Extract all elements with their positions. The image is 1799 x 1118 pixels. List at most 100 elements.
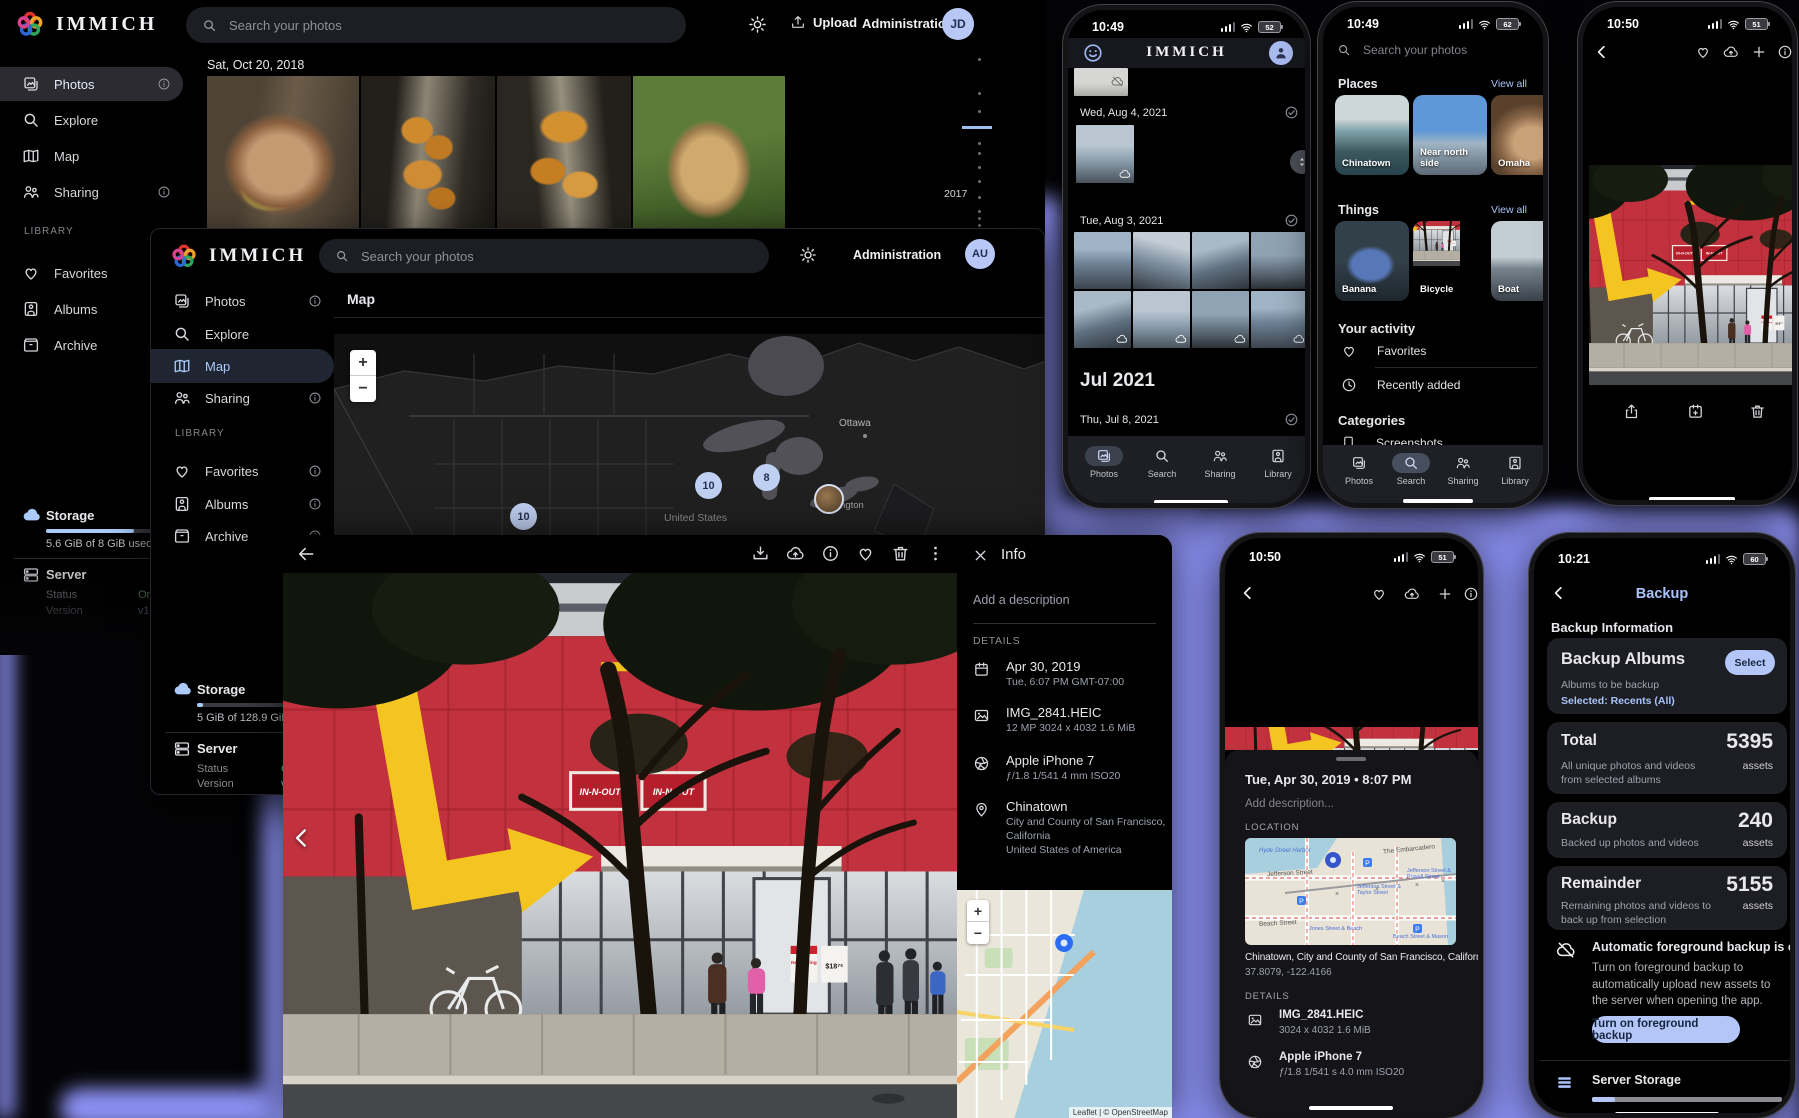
place-card-near-north-side[interactable]: Near north side: [1413, 95, 1487, 175]
favorite-icon[interactable]: [1371, 586, 1387, 602]
info-action-icon[interactable]: [821, 544, 840, 563]
info-icon[interactable]: [308, 497, 322, 511]
calendar-add-icon[interactable]: [1687, 403, 1704, 420]
location-map[interactable]: + − Leaflet | © OpenStreetMap: [957, 890, 1172, 1118]
photo-thumbnail[interactable]: [1133, 232, 1190, 289]
app-logo[interactable]: IMMICH: [14, 8, 157, 40]
photo-thumbnail[interactable]: [207, 76, 359, 246]
place-card-chinatown[interactable]: Chinatown: [1335, 95, 1409, 175]
map-cluster-marker[interactable]: 10: [695, 472, 722, 499]
archive-action-icon[interactable]: [751, 544, 770, 563]
map-cluster-marker[interactable]: 8: [753, 464, 780, 491]
recently-added-row[interactable]: Recently added: [1341, 377, 1460, 393]
favorites-row[interactable]: Favorites: [1341, 343, 1426, 359]
share-icon[interactable]: [1623, 403, 1640, 420]
tab-search[interactable]: Search: [1134, 446, 1190, 479]
administration-link[interactable]: Administration: [853, 248, 941, 262]
scrubber-handle[interactable]: [1290, 150, 1310, 174]
thing-card-banana[interactable]: Banana: [1335, 221, 1409, 301]
location-map[interactable]: Hyde Street Harbor The Embarcadero Jeffe…: [1245, 838, 1456, 945]
info-icon[interactable]: [308, 464, 322, 478]
back-icon[interactable]: [296, 544, 316, 564]
administration-link[interactable]: Administration: [862, 16, 954, 31]
tab-sharing[interactable]: Sharing: [1192, 446, 1248, 479]
info-icon[interactable]: [308, 391, 322, 405]
photo-thumbnail[interactable]: [1074, 291, 1131, 348]
info-icon[interactable]: [1463, 586, 1479, 602]
photo-strip[interactable]: [1225, 727, 1478, 750]
thing-card-bicycle[interactable]: Bicycle: [1413, 221, 1487, 301]
photo-thumbnail[interactable]: [1251, 232, 1308, 289]
select-group-icon[interactable]: [1284, 105, 1299, 120]
photo-thumbnail[interactable]: [1192, 232, 1249, 289]
add-icon[interactable]: [1751, 44, 1767, 60]
sidebar-item-map[interactable]: Map: [0, 139, 183, 173]
sidebar-item-explore[interactable]: Explore: [151, 317, 334, 351]
sidebar-item-favorites[interactable]: Favorites: [151, 454, 334, 488]
place-card-omaha[interactable]: Omaha: [1491, 95, 1548, 175]
photo-thumbnail[interactable]: [1074, 68, 1128, 96]
zoom-in-button[interactable]: +: [967, 900, 989, 922]
photo-thumbnail[interactable]: [633, 76, 785, 246]
photo-thumbnail[interactable]: [1192, 291, 1249, 348]
sheet-drag-handle[interactable]: [1336, 757, 1366, 761]
cloud-upload-icon[interactable]: [1723, 44, 1739, 60]
tab-library[interactable]: Library: [1250, 446, 1306, 479]
info-icon[interactable]: [157, 77, 171, 91]
back-icon[interactable]: [1239, 584, 1257, 602]
sidebar-item-photos[interactable]: Photos: [151, 284, 334, 318]
more-options-icon[interactable]: [926, 544, 945, 563]
info-icon[interactable]: [157, 185, 171, 199]
sidebar-item-sharing[interactable]: Sharing: [0, 175, 183, 209]
location-title[interactable]: Chinatown: [1006, 799, 1067, 814]
favorite-icon[interactable]: [1695, 44, 1711, 60]
description-input[interactable]: Add description...: [1245, 798, 1334, 810]
add-icon[interactable]: [1437, 586, 1453, 602]
cloud-upload-icon[interactable]: [1404, 586, 1420, 602]
photo-thumbnail[interactable]: [1251, 291, 1308, 348]
close-icon[interactable]: [972, 547, 989, 564]
tab-library[interactable]: Library: [1487, 453, 1543, 486]
select-albums-button[interactable]: Select: [1725, 650, 1775, 675]
description-input[interactable]: Add a description: [973, 593, 1070, 607]
tab-search[interactable]: Search: [1383, 453, 1439, 486]
sidebar-item-explore[interactable]: Explore: [0, 103, 183, 137]
info-icon[interactable]: [1777, 44, 1793, 60]
search-input[interactable]: Search your photos: [1337, 43, 1467, 57]
back-icon[interactable]: [1593, 43, 1611, 61]
user-avatar[interactable]: AU: [965, 239, 995, 269]
user-avatar[interactable]: JD: [942, 8, 974, 40]
tab-photos[interactable]: Photos: [1076, 446, 1132, 479]
favorite-action-icon[interactable]: [856, 544, 875, 563]
profile-avatar[interactable]: [1269, 41, 1293, 65]
things-view-all[interactable]: View all: [1491, 204, 1527, 216]
delete-action-icon[interactable]: [891, 544, 910, 563]
delete-icon[interactable]: [1749, 403, 1766, 420]
theme-toggle-icon[interactable]: [799, 246, 817, 264]
sidebar-item-photos[interactable]: Photos: [0, 67, 183, 101]
cloud-action-icon[interactable]: [786, 544, 805, 563]
scrubber-position[interactable]: [962, 126, 992, 129]
photo-thumbnail[interactable]: [1076, 125, 1134, 183]
tab-photos[interactable]: Photos: [1331, 453, 1387, 486]
upload-button[interactable]: Upload: [790, 14, 857, 30]
photo-viewer-image[interactable]: [1589, 165, 1796, 385]
select-group-icon[interactable]: [1284, 213, 1299, 228]
search-input[interactable]: Search your photos: [186, 7, 686, 43]
select-group-icon[interactable]: [1284, 412, 1299, 427]
sidebar-item-sharing[interactable]: Sharing: [151, 381, 334, 415]
zoom-out-button[interactable]: −: [967, 922, 989, 943]
zoom-in-button[interactable]: +: [350, 350, 376, 376]
photo-thumbnail[interactable]: [1074, 232, 1131, 289]
app-logo[interactable]: IMMICH: [169, 241, 306, 271]
sidebar-item-map[interactable]: Map: [151, 349, 334, 383]
zoom-out-button[interactable]: −: [350, 376, 376, 401]
turn-on-foreground-backup-button[interactable]: Turn on foreground backup: [1592, 1016, 1740, 1043]
thing-card-boat[interactable]: Boat: [1491, 221, 1548, 301]
map-photo-marker[interactable]: [814, 484, 844, 514]
previous-photo-icon[interactable]: [289, 825, 315, 851]
places-view-all[interactable]: View all: [1491, 78, 1527, 90]
photo-thumbnail[interactable]: [361, 76, 495, 246]
photo-thumbnail[interactable]: [1133, 291, 1190, 348]
photo-thumbnail[interactable]: [497, 76, 631, 246]
